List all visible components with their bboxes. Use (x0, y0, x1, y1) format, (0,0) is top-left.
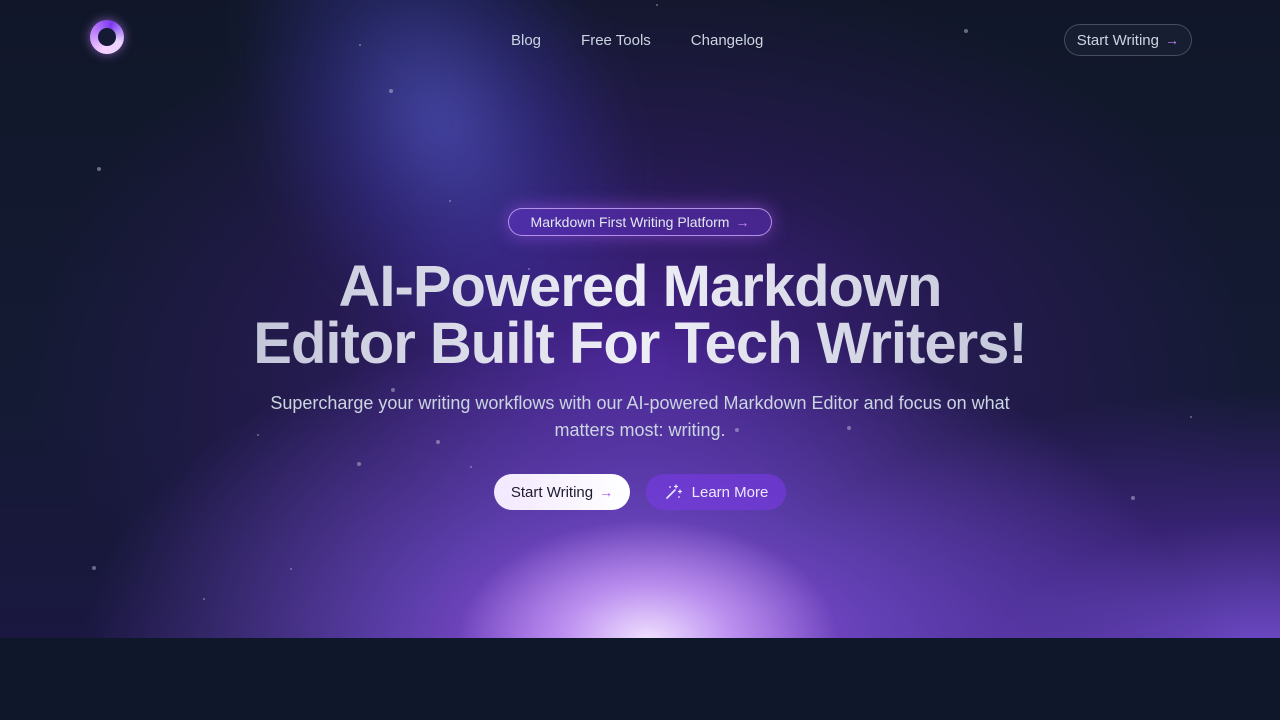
platform-badge-label: Markdown First Writing Platform (530, 214, 730, 230)
magic-wand-icon (665, 484, 682, 499)
header-start-writing-label: Start Writing (1076, 31, 1159, 49)
start-writing-button[interactable]: Start Writing → (494, 474, 630, 510)
star (449, 200, 451, 202)
star (389, 89, 393, 93)
star (470, 466, 472, 468)
ring-logo-icon[interactable] (90, 20, 124, 54)
platform-badge[interactable]: Markdown First Writing Platform → (508, 208, 772, 236)
hero-headline: AI-Powered Markdown Editor Built For Tec… (0, 258, 1280, 372)
nav-link-blog[interactable]: Blog (511, 31, 541, 51)
star (357, 462, 361, 466)
star (290, 568, 292, 570)
star (964, 29, 968, 33)
arrow-right-icon: → (1165, 32, 1179, 48)
main-nav: Blog Free Tools Changelog (511, 31, 763, 51)
hero-subtitle: Supercharge your writing workflows with … (270, 393, 1010, 440)
star (97, 167, 101, 171)
nav-link-free-tools[interactable]: Free Tools (581, 31, 651, 51)
star (1131, 496, 1135, 500)
arrow-right-icon: → (599, 484, 614, 500)
star (656, 4, 658, 6)
landing-page: Blog Free Tools Changelog Start Writing … (0, 0, 1280, 720)
nav-link-changelog[interactable]: Changelog (691, 31, 764, 51)
header-start-writing-button[interactable]: Start Writing → (1063, 24, 1192, 56)
star (1190, 416, 1192, 418)
star (92, 566, 96, 570)
star (359, 44, 361, 46)
arrow-right-icon: → (735, 214, 750, 230)
learn-more-button[interactable]: Learn More (646, 474, 786, 510)
start-writing-label: Start Writing (510, 483, 594, 501)
headline-line-1: AI-Powered Markdown (338, 254, 942, 319)
star (203, 598, 205, 600)
learn-more-label: Learn More (691, 483, 769, 501)
headline-line-2: Editor Built For Tech Writers! (253, 311, 1027, 376)
